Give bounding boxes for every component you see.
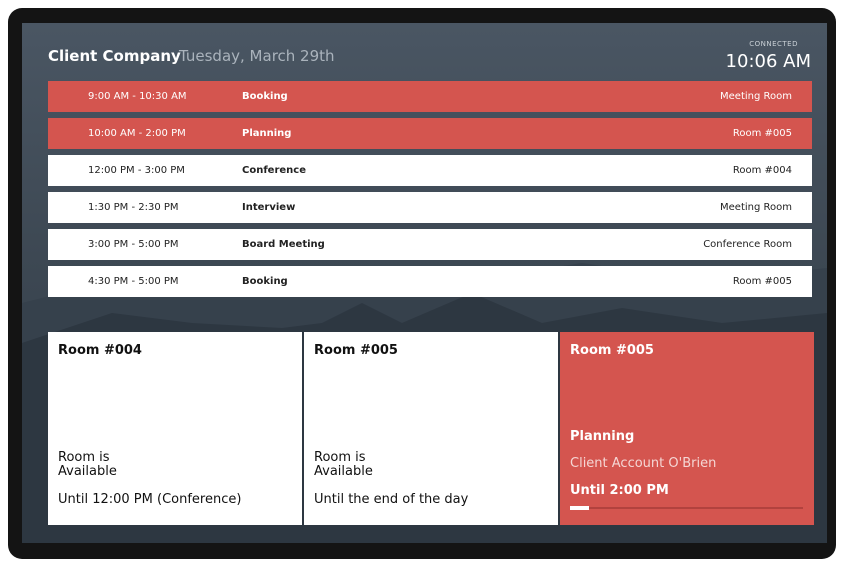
- event-time: 10:00 AM - 2:00 PM: [88, 128, 186, 139]
- current-time: 10:06 AM: [725, 51, 811, 72]
- meeting-progress-bar: [570, 506, 803, 510]
- event-row[interactable]: 10:00 AM - 2:00 PM Planning Room #005: [48, 118, 812, 149]
- event-room: Room #005: [732, 128, 792, 139]
- room-status: Room is Available: [314, 451, 373, 479]
- room-card-004[interactable]: Room #004 Room is Available Until 12:00 …: [48, 332, 302, 525]
- room-until: Until 2:00 PM: [570, 483, 669, 498]
- event-title: Planning: [242, 128, 292, 139]
- event-row[interactable]: 12:00 PM - 3:00 PM Conference Room #004: [48, 155, 812, 186]
- company-name: Client Company: [48, 47, 181, 65]
- event-time: 1:30 PM - 2:30 PM: [88, 202, 179, 213]
- event-title: Interview: [242, 202, 296, 213]
- room-status-line: Room is: [314, 450, 366, 465]
- event-title: Booking: [242, 91, 288, 102]
- room-display-screen: Client Company Tuesday, March 29th CONNE…: [22, 23, 827, 543]
- event-row[interactable]: 1:30 PM - 2:30 PM Interview Meeting Room: [48, 192, 812, 223]
- event-room: Room #004: [732, 165, 792, 176]
- room-name: Room #004: [58, 343, 142, 358]
- current-date: Tuesday, March 29th: [179, 47, 335, 65]
- room-card-005[interactable]: Room #005 Room is Available Until the en…: [304, 332, 558, 525]
- meeting-progress-fill: [570, 506, 589, 510]
- room-status-line: Available: [314, 464, 373, 479]
- event-room: Conference Room: [703, 239, 792, 250]
- event-row[interactable]: 4:30 PM - 5:00 PM Booking Room #005: [48, 266, 812, 297]
- room-name: Room #005: [570, 343, 654, 358]
- event-title: Board Meeting: [242, 239, 325, 250]
- event-row[interactable]: 9:00 AM - 10:30 AM Booking Meeting Room: [48, 81, 812, 112]
- event-time: 9:00 AM - 10:30 AM: [88, 91, 187, 102]
- event-room: Room #005: [732, 276, 792, 287]
- room-card-005-busy[interactable]: Room #005 Planning Client Account O'Brie…: [560, 332, 814, 525]
- event-time: 4:30 PM - 5:00 PM: [88, 276, 179, 287]
- event-title: Booking: [242, 276, 288, 287]
- meeting-organizer: Client Account O'Brien: [570, 456, 717, 471]
- connection-status: CONNECTED: [749, 40, 798, 48]
- room-name: Room #005: [314, 343, 398, 358]
- room-status: Room is Available: [58, 451, 117, 479]
- room-status-line: Available: [58, 464, 117, 479]
- event-room: Meeting Room: [720, 91, 792, 102]
- event-time: 12:00 PM - 3:00 PM: [88, 165, 185, 176]
- event-title: Conference: [242, 165, 307, 176]
- room-until: Until the end of the day: [314, 492, 469, 507]
- event-row[interactable]: 3:00 PM - 5:00 PM Board Meeting Conferen…: [48, 229, 812, 260]
- current-meeting-title: Planning: [570, 429, 635, 444]
- event-time: 3:00 PM - 5:00 PM: [88, 239, 179, 250]
- room-status-line: Room is: [58, 450, 110, 465]
- event-room: Meeting Room: [720, 202, 792, 213]
- room-until: Until 12:00 PM (Conference): [58, 492, 242, 507]
